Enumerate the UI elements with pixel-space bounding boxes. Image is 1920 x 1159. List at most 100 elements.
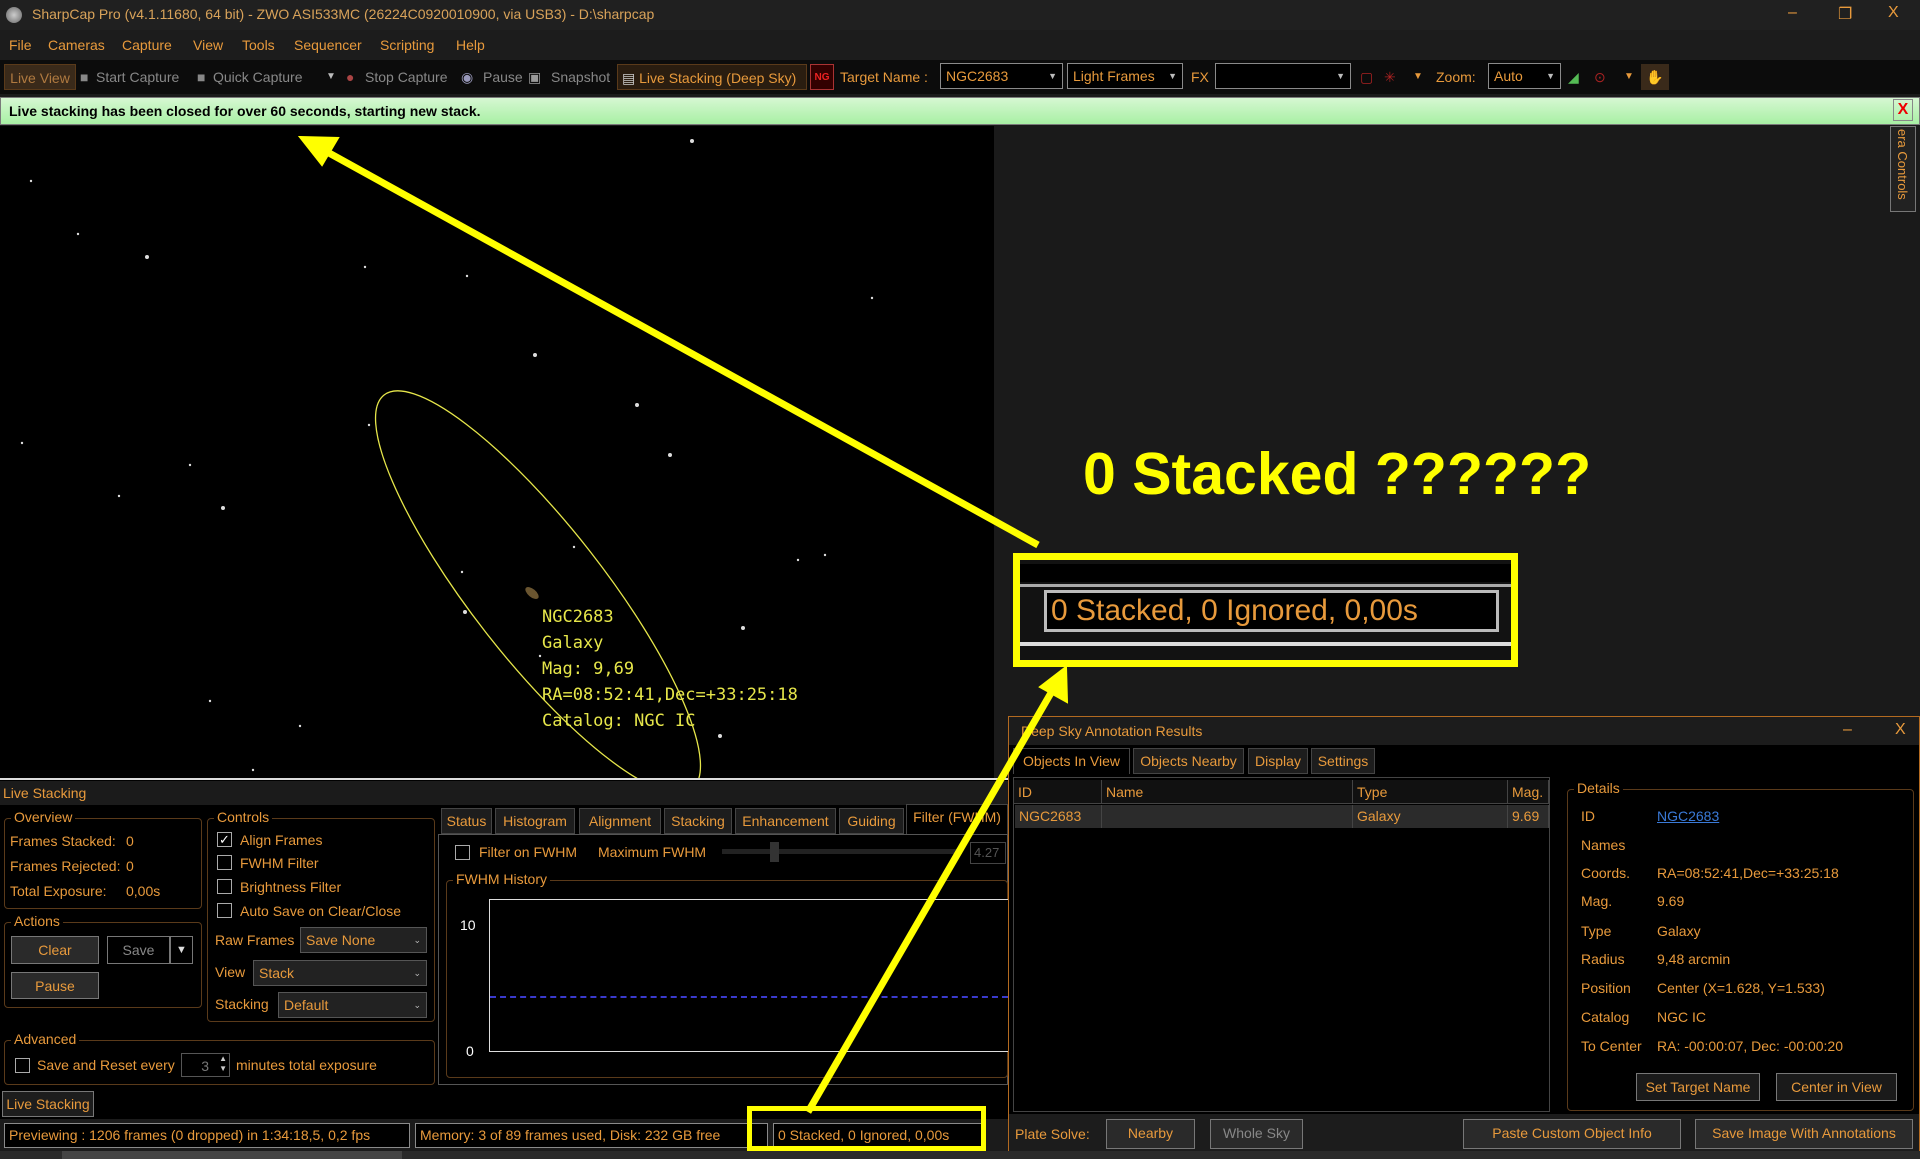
save-dropdown-button[interactable]: ▼: [170, 936, 193, 964]
tab-status[interactable]: Status: [441, 808, 492, 834]
stop-capture-button[interactable]: Stop Capture: [365, 64, 448, 90]
menu-cameras[interactable]: Cameras: [48, 37, 105, 53]
deep-sky-close-button[interactable]: X: [1895, 721, 1906, 739]
nearby-button[interactable]: Nearby: [1106, 1119, 1195, 1149]
brightness-filter-checkbox[interactable]: [217, 879, 232, 894]
chevron-down-icon[interactable]: ▼: [1624, 64, 1634, 90]
close-button[interactable]: X: [1888, 4, 1899, 22]
star: [465, 274, 469, 278]
clear-button[interactable]: Clear: [11, 936, 99, 964]
detail-label: Position: [1581, 980, 1631, 996]
save-button[interactable]: Save: [107, 936, 170, 964]
chevron-down-icon: ⌄: [413, 935, 421, 945]
target-name-select[interactable]: NGC2683 ▼: [940, 63, 1063, 89]
column-type[interactable]: Type: [1353, 780, 1508, 804]
histogram-icon[interactable]: ◢: [1568, 64, 1579, 90]
pause-button[interactable]: Pause: [11, 972, 99, 999]
detail-label: Coords.: [1581, 865, 1631, 881]
chevron-down-icon[interactable]: ▼: [1413, 64, 1423, 90]
scrollbar-thumb[interactable]: [62, 1151, 402, 1159]
deep-sky-minimize-button[interactable]: –: [1843, 721, 1852, 739]
max-fwhm-slider[interactable]: [722, 849, 962, 854]
live-stacking-button[interactable]: ▤ Live Stacking (Deep Sky): [617, 64, 807, 90]
live-view-button[interactable]: Live View: [4, 64, 76, 90]
align-frames-checkbox[interactable]: ✓: [217, 832, 232, 847]
view-label: View: [215, 964, 246, 980]
tab-display[interactable]: Display: [1248, 748, 1308, 774]
detail-label: To Center: [1581, 1038, 1642, 1054]
raw-frames-select[interactable]: Save None ⌄: [300, 927, 427, 953]
horizontal-scrollbar[interactable]: [0, 1151, 1920, 1159]
fx-label: FX: [1191, 69, 1209, 85]
callout-zoom-box: 0 Stacked, 0 Ignored, 0,00s: [1013, 553, 1518, 667]
menu-help[interactable]: Help: [456, 37, 485, 53]
reticle-square-icon[interactable]: ▢: [1360, 64, 1373, 90]
start-capture-button[interactable]: Start Capture: [96, 64, 179, 90]
fx-select[interactable]: ▼: [1215, 63, 1351, 89]
menu-file[interactable]: File: [9, 37, 32, 53]
overview-title: Overview: [11, 809, 76, 825]
max-fwhm-slider-thumb[interactable]: [770, 842, 779, 862]
view-select[interactable]: Stack ⌄: [253, 960, 427, 986]
auto-save-checkbox[interactable]: [217, 903, 232, 918]
set-target-name-button[interactable]: Set Target Name: [1636, 1073, 1760, 1101]
menu-view[interactable]: View: [193, 37, 223, 53]
star: [298, 724, 302, 728]
star: [823, 553, 827, 557]
tab-objects-nearby[interactable]: Objects Nearby: [1133, 748, 1244, 774]
fwhm-filter-checkbox[interactable]: [217, 855, 232, 870]
menu-sequencer[interactable]: Sequencer: [294, 37, 362, 53]
frame-type-select[interactable]: Light Frames ▼: [1067, 63, 1183, 89]
minutes-spinner[interactable]: 3 ▲ ▼: [181, 1053, 230, 1077]
tab-guiding[interactable]: Guiding: [839, 808, 904, 834]
camera-icon: ■: [197, 69, 206, 85]
reticle-cross-icon[interactable]: ✳: [1384, 64, 1396, 90]
star: [29, 179, 33, 183]
raw-frames-value: Save None: [306, 932, 376, 948]
target-name-label: Target Name :: [840, 69, 928, 85]
center-in-view-button[interactable]: Center in View: [1776, 1073, 1897, 1101]
whole-sky-button[interactable]: Whole Sky: [1210, 1119, 1303, 1149]
detail-id-link[interactable]: NGC2683: [1657, 808, 1719, 824]
tab-filter-fwhm[interactable]: Filter (FWHM): [906, 804, 1008, 834]
restore-button[interactable]: ❐: [1838, 4, 1852, 24]
banner-close-button[interactable]: X: [1893, 99, 1913, 121]
menu-capture[interactable]: Capture: [122, 37, 172, 53]
ng-annotation-toggle[interactable]: NG: [810, 64, 834, 90]
tab-objects-in-view[interactable]: Objects In View: [1013, 748, 1130, 774]
menu-tools[interactable]: Tools: [242, 37, 275, 53]
column-mag[interactable]: Mag.: [1508, 780, 1549, 804]
detail-value: RA=08:52:41,Dec=+33:25:18: [1657, 865, 1839, 881]
filter-on-fwhm-checkbox[interactable]: [455, 845, 470, 860]
column-name[interactable]: Name: [1102, 780, 1353, 804]
zoom-select[interactable]: Auto ▼: [1488, 63, 1561, 89]
tab-enhancement[interactable]: Enhancement: [735, 808, 836, 834]
save-reset-checkbox[interactable]: [15, 1058, 30, 1073]
snapshot-button[interactable]: Snapshot: [551, 64, 610, 90]
focus-assist-icon[interactable]: ⊙: [1594, 64, 1606, 90]
menu-scripting[interactable]: Scripting: [380, 37, 434, 53]
tab-settings[interactable]: Settings: [1311, 748, 1375, 774]
live-stacking-bottom-tab[interactable]: Live Stacking: [2, 1091, 94, 1117]
chevron-down-icon: ▼: [1546, 71, 1555, 81]
pause-button[interactable]: Pause: [483, 64, 523, 90]
image-viewer[interactable]: NGC2683 Galaxy Mag: 9,69 RA=08:52:41,Dec=+3…: [0, 126, 994, 794]
hand-tool-icon[interactable]: ✋: [1641, 64, 1669, 90]
plate-solve-label: Plate Solve:: [1015, 1126, 1090, 1142]
star: [251, 768, 255, 772]
spinner-arrows-icon[interactable]: ▲ ▼: [219, 1054, 227, 1074]
minimize-button[interactable]: –: [1788, 4, 1797, 22]
tab-alignment[interactable]: Alignment: [579, 808, 661, 834]
stacking-select[interactable]: Default ⌄: [278, 992, 427, 1018]
column-id[interactable]: ID: [1014, 780, 1102, 804]
camera-controls-tab[interactable]: era Controls: [1890, 126, 1916, 212]
quick-capture-button[interactable]: Quick Capture: [213, 64, 302, 90]
chevron-down-icon[interactable]: ▼: [326, 64, 336, 90]
tab-histogram[interactable]: Histogram: [495, 808, 575, 834]
paste-custom-object-button[interactable]: Paste Custom Object Info: [1463, 1119, 1681, 1149]
tab-stacking[interactable]: Stacking: [664, 808, 732, 834]
star: [463, 610, 467, 614]
max-fwhm-value[interactable]: 4.27: [970, 842, 1006, 864]
save-image-annotations-button[interactable]: Save Image With Annotations: [1695, 1119, 1913, 1149]
chevron-down-icon: ▼: [1168, 71, 1177, 81]
